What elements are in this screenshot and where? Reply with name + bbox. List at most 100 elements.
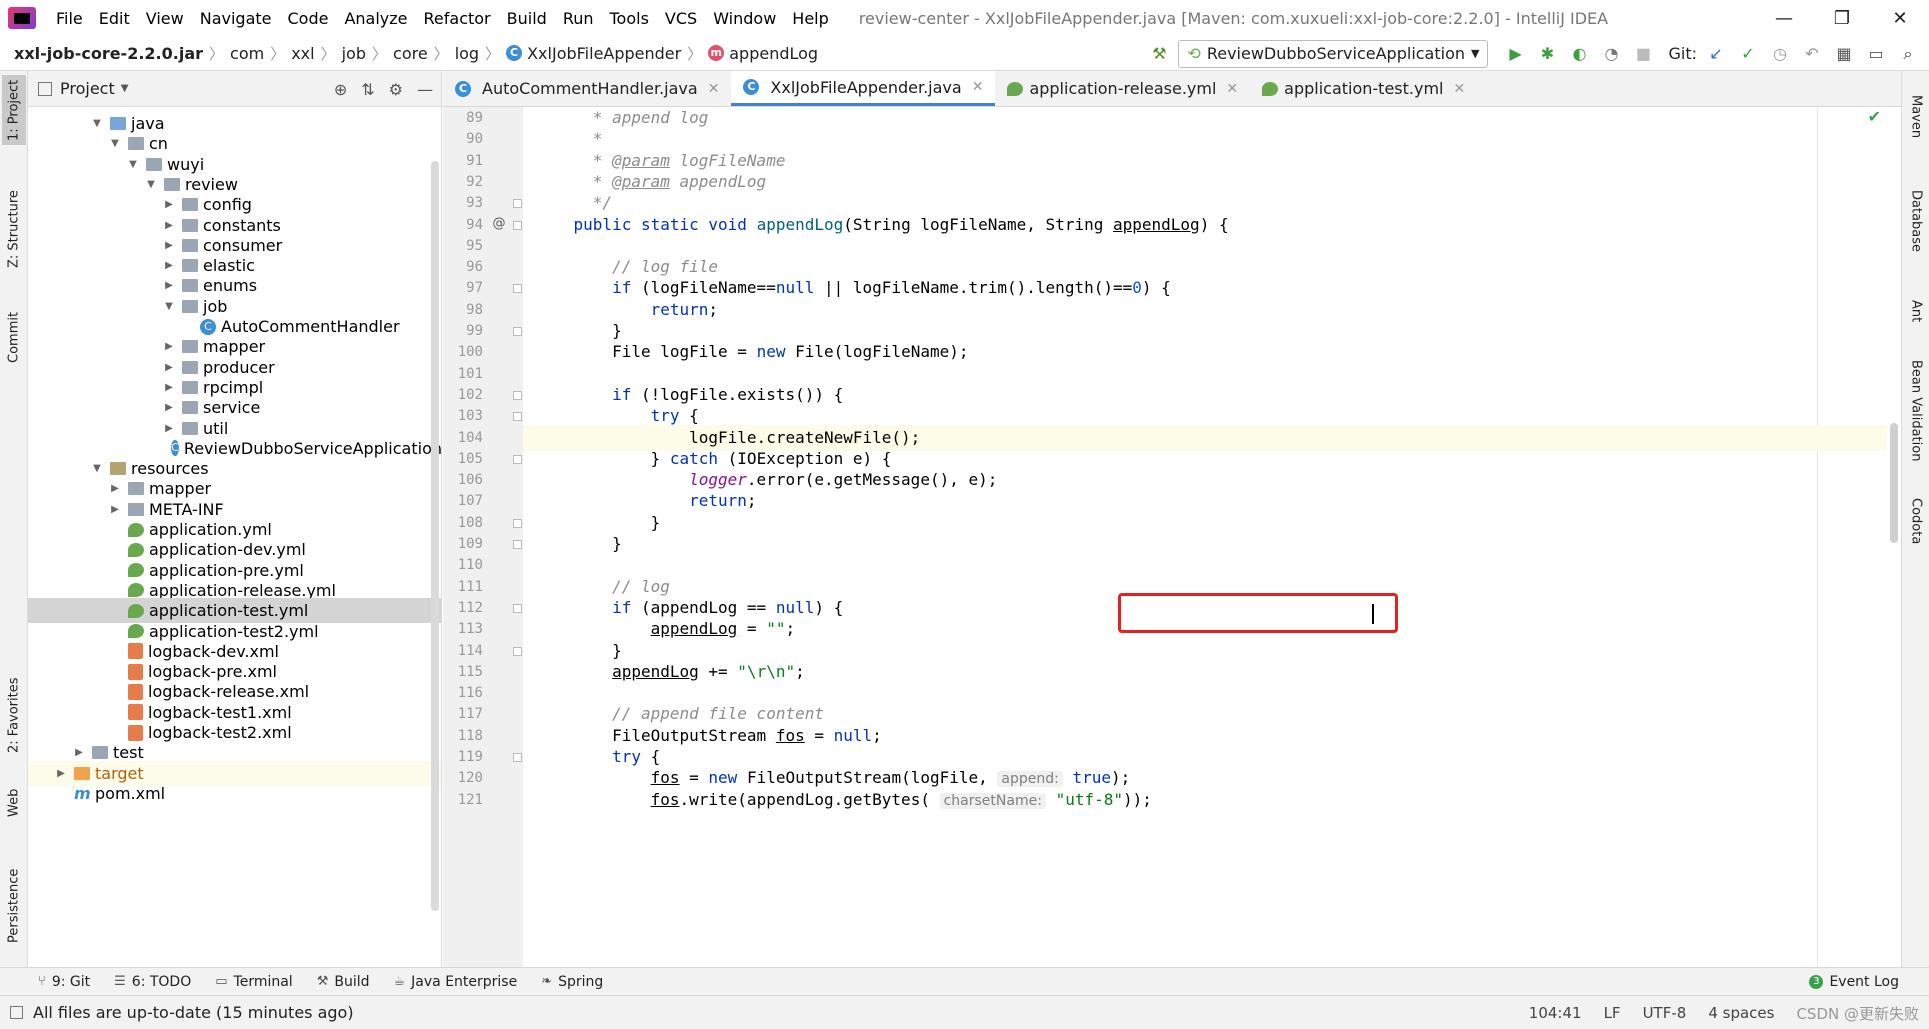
- expanded-arrow-icon[interactable]: ▼: [108, 138, 122, 149]
- line-separator[interactable]: LF: [1604, 1004, 1621, 1022]
- fold-marker-icon[interactable]: [513, 412, 522, 422]
- expanded-arrow-icon[interactable]: ▼: [90, 463, 104, 474]
- collapsed-arrow-icon[interactable]: ▶: [162, 341, 176, 352]
- tab-commit[interactable]: Commit: [2, 297, 26, 377]
- collapse-all-icon[interactable]: ⇅: [361, 80, 374, 99]
- fold-marker-icon[interactable]: [513, 603, 522, 613]
- collapsed-arrow-icon[interactable]: ▶: [162, 362, 176, 373]
- menu-help[interactable]: Help: [784, 9, 836, 28]
- project-tree-scrollbar[interactable]: [431, 161, 439, 911]
- locate-icon[interactable]: ⊕: [334, 80, 347, 99]
- tab-database[interactable]: Database: [1904, 171, 1928, 271]
- build-hammer-icon[interactable]: ⚒: [1146, 41, 1172, 67]
- collapsed-arrow-icon[interactable]: ▶: [162, 260, 176, 271]
- menu-vcs[interactable]: VCS: [657, 9, 705, 28]
- breadcrumb-item[interactable]: xxl-job-core-2.2.0.jar: [10, 44, 207, 63]
- project-panel-title[interactable]: Project: [60, 79, 115, 98]
- expanded-arrow-icon[interactable]: ▼: [144, 179, 158, 190]
- minimize-button[interactable]: —: [1755, 0, 1813, 36]
- collapsed-arrow-icon[interactable]: ▶: [162, 382, 176, 393]
- fold-marker-icon[interactable]: [513, 199, 522, 209]
- override-marker-icon[interactable]: @: [491, 216, 507, 231]
- caret-position[interactable]: 104:41: [1529, 1004, 1582, 1022]
- tree-item[interactable]: m pom.xml: [28, 781, 441, 806]
- close-tab-icon[interactable]: ✕: [1453, 81, 1465, 97]
- fold-marker-icon[interactable]: [513, 454, 522, 464]
- breadcrumb-item[interactable]: job: [338, 44, 370, 63]
- status-message[interactable]: All files are up-to-date (15 minutes ago…: [33, 1003, 354, 1022]
- tool-window-button[interactable]: ☰ 6: TODO: [102, 974, 203, 990]
- tab-project[interactable]: 1: Project: [2, 75, 26, 145]
- editor-tab[interactable]: C AutoCommentHandler.java ✕: [443, 71, 731, 106]
- chevron-down-icon[interactable]: ▼: [121, 83, 129, 94]
- coverage-icon[interactable]: ◐: [1566, 41, 1592, 67]
- tool-window-button[interactable]: ⑂ 9: Git: [26, 974, 102, 990]
- fold-marker-icon[interactable]: [513, 327, 522, 336]
- menu-analyze[interactable]: Analyze: [336, 9, 415, 28]
- project-structure-icon[interactable]: ▦: [1831, 41, 1857, 67]
- collapsed-arrow-icon[interactable]: ▶: [108, 483, 122, 494]
- fold-marker-icon[interactable]: [513, 518, 522, 528]
- expanded-arrow-icon[interactable]: ▼: [90, 118, 104, 129]
- event-log-button[interactable]: 3 Event Log: [1809, 968, 1899, 996]
- tab-favorites[interactable]: 2: Favorites: [2, 665, 26, 765]
- breadcrumb-item[interactable]: log: [451, 44, 483, 63]
- git-history-icon[interactable]: ◷: [1767, 41, 1793, 67]
- tab-structure[interactable]: Z: Structure: [2, 181, 26, 277]
- collapsed-arrow-icon[interactable]: ▶: [162, 199, 176, 210]
- menu-code[interactable]: Code: [280, 9, 337, 28]
- tab-maven[interactable]: Maven: [1904, 81, 1928, 153]
- editor-tab[interactable]: application-test.yml ✕: [1250, 71, 1477, 106]
- menu-run[interactable]: Run: [555, 9, 602, 28]
- editor-tab[interactable]: application-release.yml ✕: [995, 71, 1250, 106]
- hide-icon[interactable]: —: [417, 80, 433, 99]
- git-commit-icon[interactable]: ✓: [1735, 41, 1761, 67]
- search-icon[interactable]: ⌕: [1895, 41, 1921, 67]
- breadcrumb-item[interactable]: xxl: [287, 44, 318, 63]
- git-rollback-icon[interactable]: ↶: [1799, 41, 1825, 67]
- fold-marker-icon[interactable]: [513, 220, 522, 230]
- code-editor[interactable]: 89 90 91 92 93 94 @95 96 97 98 99 100 101 102 103 104 10…: [443, 107, 1901, 967]
- tool-window-button[interactable]: ▭ Terminal: [203, 974, 304, 990]
- collapsed-arrow-icon[interactable]: ▶: [72, 747, 86, 758]
- menu-edit[interactable]: Edit: [91, 9, 138, 28]
- gear-icon[interactable]: ⚙: [389, 80, 403, 99]
- tool-window-button[interactable]: ☕ Java Enterprise: [382, 974, 530, 990]
- breadcrumb-item[interactable]: com: [226, 44, 268, 63]
- git-update-icon[interactable]: ↙: [1703, 41, 1729, 67]
- run-icon[interactable]: ▶: [1502, 41, 1528, 67]
- collapsed-arrow-icon[interactable]: ▶: [108, 504, 122, 515]
- breadcrumb-item[interactable]: m appendLog: [704, 44, 822, 63]
- close-tab-icon[interactable]: ✕: [1226, 81, 1238, 97]
- tab-codota[interactable]: Codota: [1904, 481, 1928, 561]
- code-area[interactable]: * append log * * @param logFileName * @p…: [523, 107, 1901, 967]
- close-tab-icon[interactable]: ✕: [708, 81, 720, 97]
- file-encoding[interactable]: UTF-8: [1643, 1004, 1687, 1022]
- tab-web[interactable]: Web: [2, 775, 26, 831]
- menu-navigate[interactable]: Navigate: [192, 9, 280, 28]
- collapsed-arrow-icon[interactable]: ▶: [162, 423, 176, 434]
- debug-icon[interactable]: ✱: [1534, 41, 1560, 67]
- expanded-arrow-icon[interactable]: ▼: [162, 301, 176, 312]
- tool-window-button[interactable]: ⚒ Build: [305, 974, 382, 990]
- indent-setting[interactable]: 4 spaces: [1708, 1004, 1774, 1022]
- expanded-arrow-icon[interactable]: ▼: [126, 159, 140, 170]
- tab-bean-validation[interactable]: Bean Validation: [1904, 351, 1928, 471]
- tab-persistence[interactable]: Persistence: [2, 851, 26, 961]
- collapsed-arrow-icon[interactable]: ▶: [54, 768, 68, 779]
- stop-icon[interactable]: ■: [1630, 41, 1656, 67]
- inspection-ok-icon[interactable]: ✔: [1868, 107, 1881, 126]
- menu-file[interactable]: File: [48, 9, 91, 28]
- close-button[interactable]: ✕: [1871, 0, 1929, 36]
- breadcrumb-item[interactable]: core: [389, 44, 432, 63]
- fold-marker-icon[interactable]: [513, 753, 522, 762]
- tool-window-button[interactable]: ❧ Spring: [529, 974, 615, 990]
- breadcrumb-item[interactable]: C XxlJobFileAppender: [502, 44, 685, 63]
- profile-icon[interactable]: ◔: [1598, 41, 1624, 67]
- menu-build[interactable]: Build: [499, 9, 555, 28]
- collapsed-arrow-icon[interactable]: ▶: [162, 240, 176, 251]
- menu-window[interactable]: Window: [705, 9, 784, 28]
- menu-refactor[interactable]: Refactor: [416, 9, 499, 28]
- fold-marker-icon[interactable]: [513, 540, 522, 549]
- restore-button[interactable]: ❐: [1813, 0, 1871, 36]
